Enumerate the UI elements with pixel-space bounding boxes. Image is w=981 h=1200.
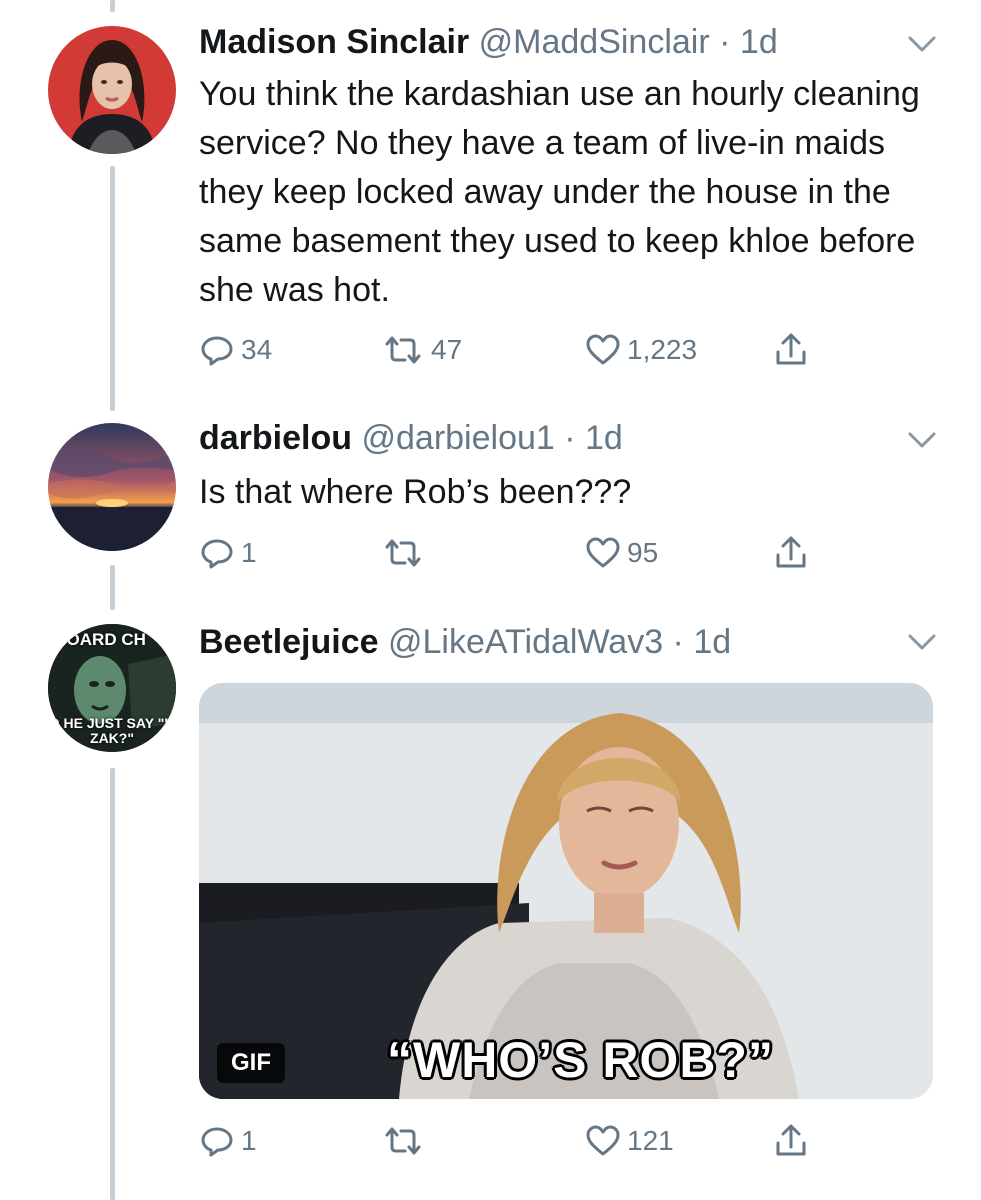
handle[interactable]: @LikeATidalWav3: [388, 623, 663, 661]
heart-icon: [586, 537, 620, 568]
handle[interactable]: @MaddSinclair: [479, 23, 710, 61]
retweet-count: 47: [431, 334, 463, 365]
handle[interactable]: @darbielou1: [361, 419, 554, 457]
display-name[interactable]: Beetlejuice: [199, 623, 379, 661]
reply-icon: [201, 539, 233, 569]
timestamp[interactable]: 1d: [585, 419, 623, 457]
separator: ·: [709, 23, 740, 61]
gif-badge: GIF: [217, 1043, 285, 1083]
retweet-icon: [385, 1127, 421, 1155]
thread-line-2: [110, 565, 115, 610]
reply-count: 1: [241, 1125, 257, 1156]
chevron-down-icon[interactable]: [902, 622, 942, 662]
reply-button[interactable]: 34: [199, 330, 272, 370]
share-button[interactable]: [773, 1121, 809, 1161]
share-icon: [776, 536, 806, 568]
tweet-text: Is that where Rob’s been???: [199, 473, 632, 511]
tweet-header: Beetlejuice @LikeATidalWav3 · 1d: [199, 622, 731, 662]
retweet-button[interactable]: 47: [381, 330, 462, 370]
gif-caption: “WHO’S ROB?”: [387, 1032, 774, 1088]
like-button[interactable]: 121: [585, 1121, 674, 1161]
share-icon: [776, 333, 806, 365]
tweet-header: darbielou @darbielou1 · 1d: [199, 418, 623, 458]
reply-count: 1: [241, 537, 257, 568]
display-name[interactable]: darbielou: [199, 419, 352, 457]
like-button[interactable]: 1,223: [585, 330, 697, 370]
timestamp[interactable]: 1d: [693, 623, 731, 661]
timestamp[interactable]: 1d: [740, 23, 778, 61]
retweet-icon: [385, 336, 421, 364]
heart-icon: [586, 334, 620, 365]
reply-icon: [201, 336, 233, 366]
retweet-button[interactable]: [381, 1121, 431, 1161]
tweet-header: Madison Sinclair @MaddSinclair · 1d: [199, 22, 778, 62]
share-icon: [776, 1124, 806, 1156]
tweet[interactable]: Madison Sinclair @MaddSinclair · 1d You …: [0, 0, 981, 400]
retweet-icon: [385, 539, 421, 567]
share-button[interactable]: [773, 330, 809, 370]
reply-button[interactable]: 1: [199, 533, 257, 573]
avatar[interactable]: RBOARD CH D HE JUST SAY "K ZAK?": [48, 624, 176, 752]
thread-line-3: [110, 768, 115, 1200]
separator: ·: [554, 419, 586, 457]
avatar-caption-top: RBOARD CH: [48, 630, 146, 649]
like-count: 1,223: [627, 334, 698, 365]
tweet-text: You think the kardashian use an hourly c…: [199, 75, 920, 309]
tweet-actions: 1 95: [199, 533, 939, 573]
like-count: 95: [627, 537, 659, 568]
chevron-down-icon[interactable]: [902, 24, 942, 64]
tweet-actions: 34 47 1,223: [199, 330, 939, 370]
gif-media[interactable]: GIF “WHO’S ROB?”: [199, 683, 933, 1099]
heart-icon: [586, 1125, 620, 1156]
reply-button[interactable]: 1: [199, 1121, 257, 1161]
separator: ·: [663, 623, 694, 661]
chevron-down-icon[interactable]: [902, 420, 942, 460]
reply-count: 34: [241, 334, 273, 365]
avatar[interactable]: [48, 423, 176, 551]
share-button[interactable]: [773, 533, 809, 573]
display-name[interactable]: Madison Sinclair: [199, 23, 469, 61]
avatar[interactable]: [48, 26, 176, 154]
reply-icon: [201, 1127, 233, 1157]
retweet-button[interactable]: [381, 533, 431, 573]
avatar-caption-bottom: D HE JUST SAY "K ZAK?": [49, 715, 175, 746]
like-button[interactable]: 95: [585, 533, 658, 573]
like-count: 121: [627, 1125, 674, 1156]
tweet-actions: 1 121: [199, 1121, 939, 1161]
